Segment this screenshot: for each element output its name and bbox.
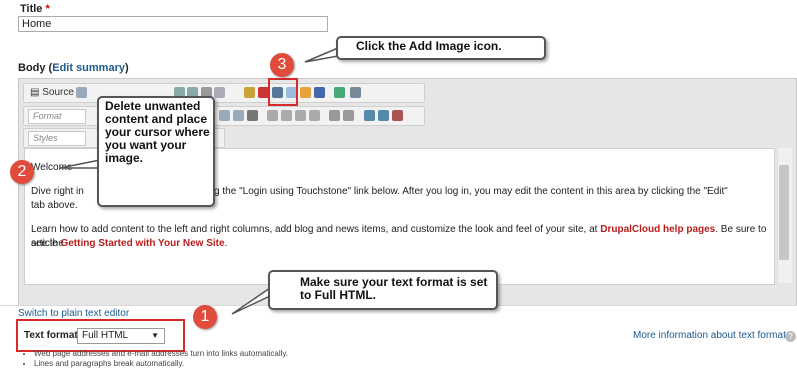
step-2-badge: 2 (10, 160, 34, 184)
step-1-badge: 1 (193, 305, 217, 329)
callout-2: Delete unwanted content and place your c… (97, 96, 215, 207)
callout-3-pointer (304, 46, 339, 63)
callout-1-pointer (231, 286, 271, 315)
callout-2-pointer (59, 159, 101, 169)
step-3-badge: 3 (270, 53, 294, 77)
callout-1: Make sure your text format is set to Ful… (268, 270, 498, 310)
callout-3: Click the Add Image icon. (336, 36, 546, 60)
